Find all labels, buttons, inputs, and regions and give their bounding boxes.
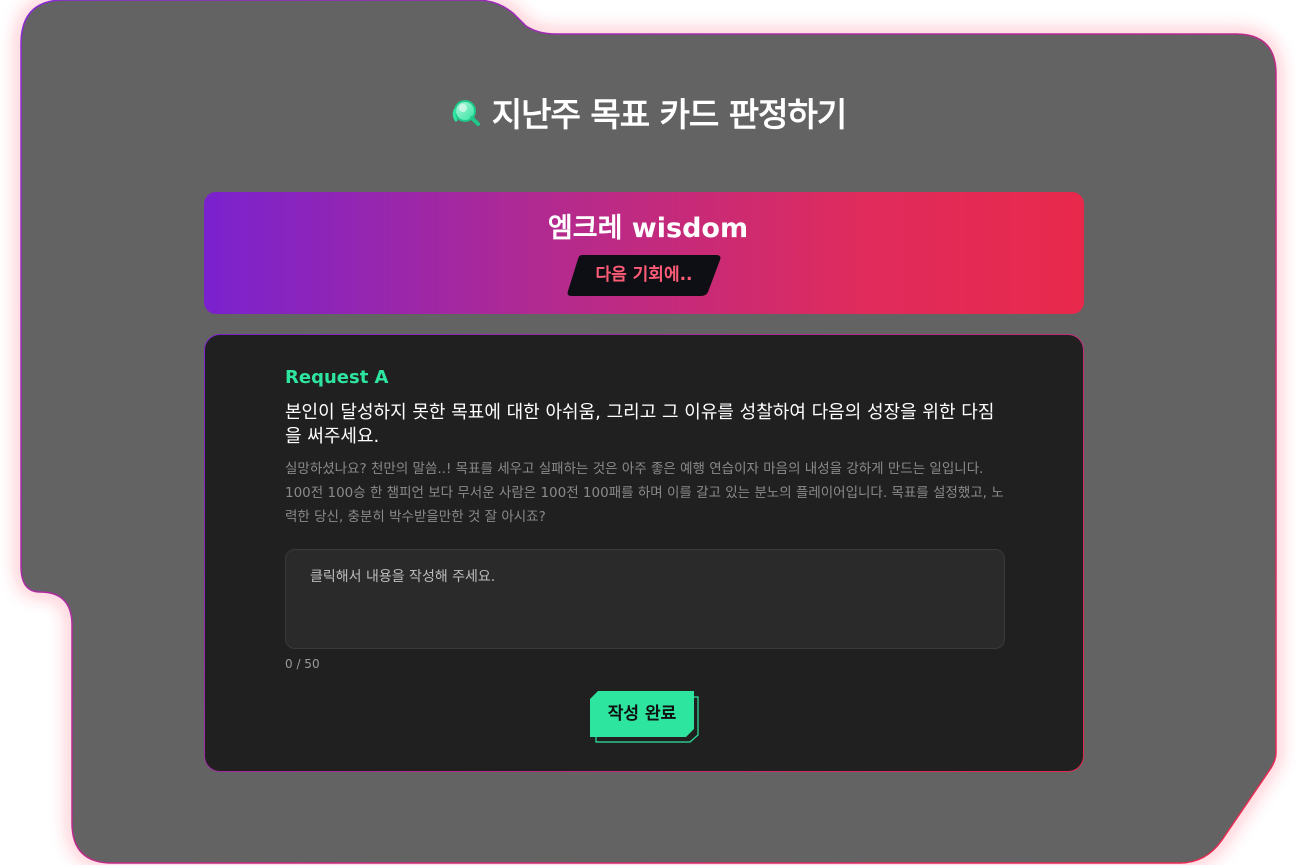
request-guide-text: 실망하셨나요? 천만의 말씀..! 목표를 세우고 실패하는 것은 아주 좋은 … [285,461,1004,525]
request-card: Request A 본인이 달성하지 못한 목표에 대한 아쉬움, 그리고 그 … [204,334,1084,772]
submit-button[interactable]: 작성 완료 [590,691,700,743]
submit-label: 작성 완료 [607,704,677,724]
request-label: Request A [285,367,389,388]
judgement-page: 지난주 목표 카드 판정하기 엠크레 wisdom 다음 기회에.. Reque… [0,0,1296,865]
verdict-badge: 다음 기회에.. [566,255,722,296]
wisdom-title: 엠크레 wisdom [547,213,749,244]
char-counter: 0 / 50 [285,657,320,671]
page-title: 지난주 목표 카드 판정하기 [491,95,847,134]
magnifier-icon [450,96,482,128]
request-question: 본인이 달성하지 못한 목표에 대한 아쉬움, 그리고 그 이유를 성찰하여 다… [285,402,995,447]
page-header: 지난주 목표 카드 판정하기 [0,88,1296,136]
answer-input[interactable] [285,549,1005,649]
request-card-body: Request A 본인이 달성하지 못한 목표에 대한 아쉬움, 그리고 그 … [205,335,1083,771]
verdict-label: 다음 기회에.. [595,265,693,285]
